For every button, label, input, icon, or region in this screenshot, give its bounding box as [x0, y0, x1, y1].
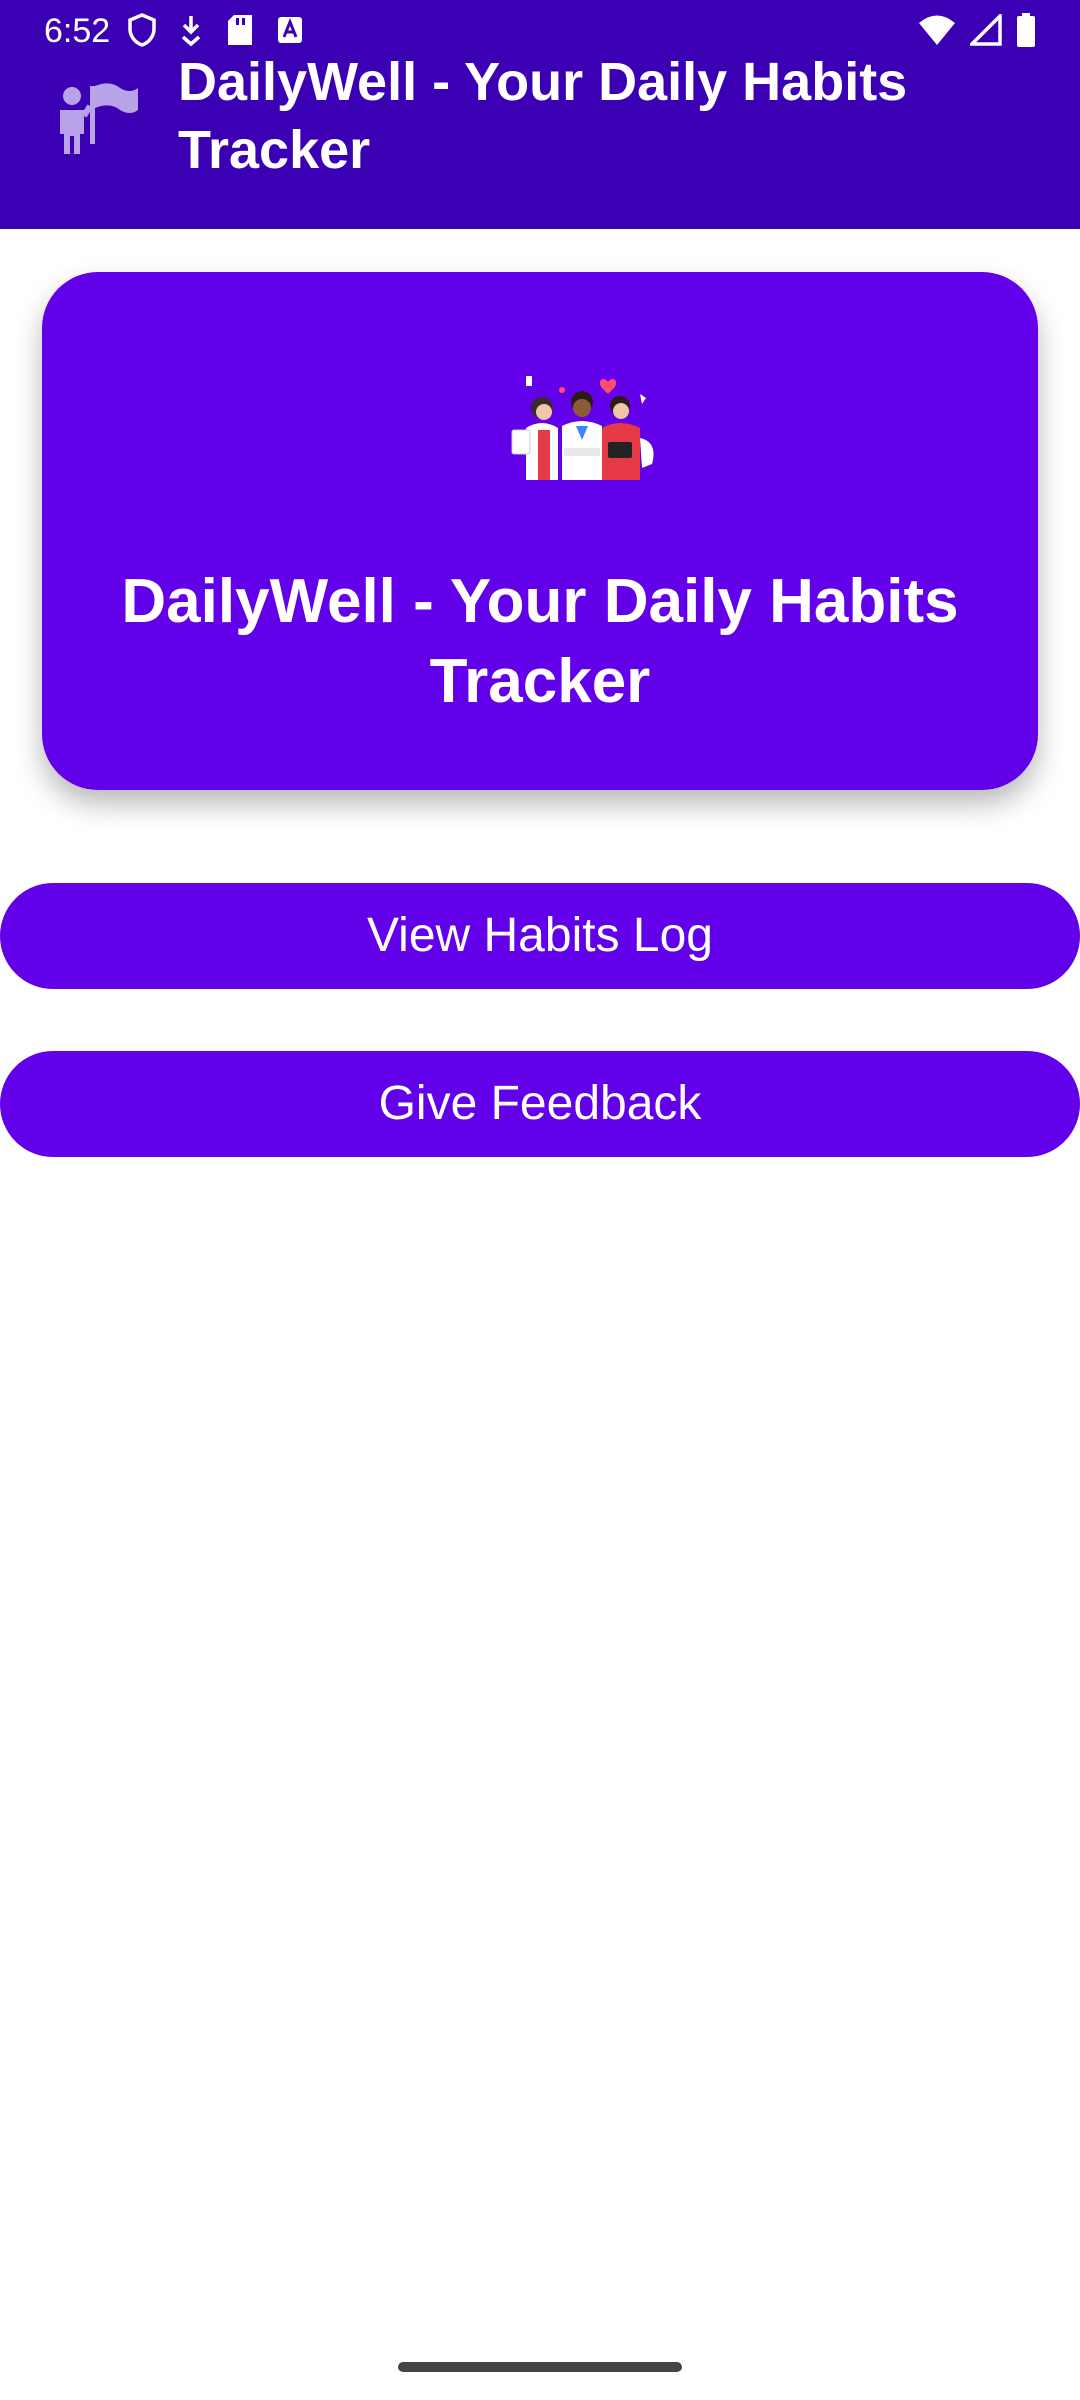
home-indicator[interactable] [398, 2362, 682, 2372]
hero-title: DailyWell - Your Daily Habits Tracker [121, 567, 959, 716]
download-icon [178, 13, 204, 52]
give-feedback-button[interactable]: Give Feedback [0, 1051, 1080, 1157]
wifi-icon [918, 14, 956, 51]
app-title: DailyWell - Your Daily Habits Tracker [178, 52, 908, 180]
status-time: 6:52 [44, 12, 111, 50]
status-icons-right [918, 11, 1036, 52]
sd-card-icon [226, 13, 254, 52]
signal-icon [967, 11, 1002, 51]
battery-icon [1016, 12, 1036, 52]
view-habits-log-button[interactable]: View Habits Log [0, 883, 1080, 989]
hero-card: DailyWell - Your Daily Habits Tracker [42, 272, 1038, 790]
accessibility-a-icon [276, 13, 304, 52]
app-bar: 6:52 DailyWell - Your Daily Habits Track… [0, 0, 1080, 229]
shield-icon [128, 12, 156, 52]
status-icons-left [128, 12, 304, 52]
person-flag-icon [50, 72, 140, 162]
team-illustration [490, 368, 670, 480]
